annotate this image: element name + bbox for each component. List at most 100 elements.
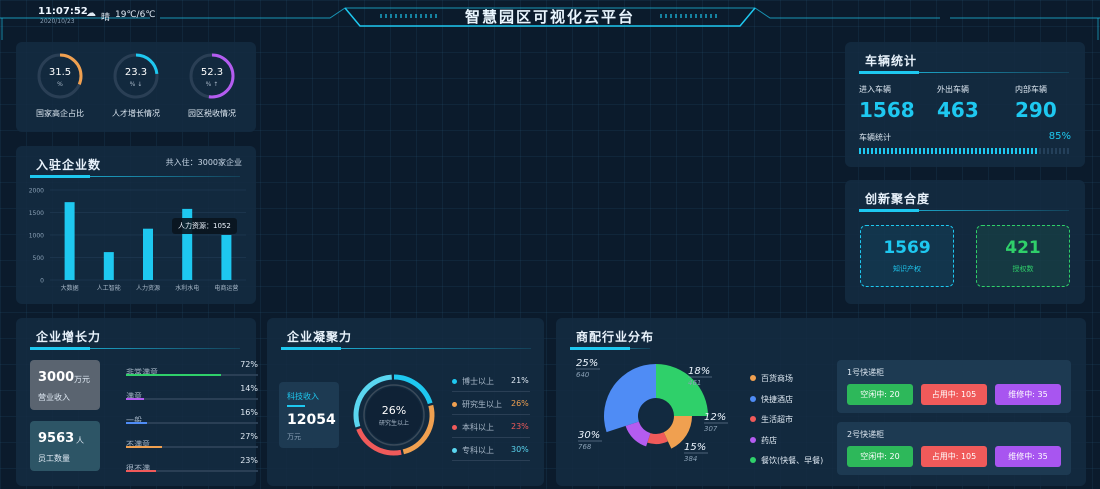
- cohesion-ring-value: 26%: [381, 404, 407, 417]
- staff-unit: 人: [76, 436, 84, 445]
- rose-slice-value: 461: [688, 379, 701, 387]
- rose-slice-value: 384: [684, 455, 697, 463]
- satisfaction-pct: 27%: [240, 432, 258, 441]
- x-tick-label: 水利水电: [175, 284, 199, 292]
- ip-value: 1569: [883, 238, 931, 258]
- locker-name: 2号快递柜: [847, 430, 885, 439]
- vehicle-stat-label: 车辆统计: [859, 133, 891, 142]
- locker-name: 1号快递柜: [847, 368, 885, 377]
- locker-free-button[interactable]: 空闲中: 20: [847, 446, 913, 467]
- kpi-ring-unit: % ↓: [129, 81, 143, 88]
- vehicle-in-value: 1568: [859, 98, 915, 122]
- bar: [64, 202, 75, 280]
- locker-repair-button[interactable]: 维修中: 35: [995, 446, 1061, 467]
- legend-label: 生活超市: [761, 415, 793, 424]
- enterprise-count-panel: 入驻企业数 共入住：3000家企业 2000 1500 1000 500 0 大数据 人工智…: [16, 146, 256, 304]
- vehicle-title: 车辆统计: [865, 54, 918, 68]
- revenue-card: 3000 万元 营业收入: [30, 360, 100, 410]
- growth-title: 企业增长力: [36, 330, 102, 344]
- locker-used-button[interactable]: 占用中: 105: [921, 384, 987, 405]
- cohesion-ring-label: 研究生以上: [378, 420, 409, 427]
- vehicle-progress-fill: [859, 148, 1040, 154]
- innovation-panel: 创新聚合度 1569 知识产权 421 授权数: [845, 180, 1085, 304]
- x-tick-label: 大数据: [61, 284, 79, 292]
- kpi-ring-value: 23.3: [124, 67, 148, 78]
- accent-bar: [287, 405, 305, 407]
- locker-card: 2号快递柜空闲中: 20 占用中: 105 维修中: 35: [837, 422, 1071, 475]
- legend-label: 博士以上: [462, 377, 494, 386]
- locker-used-button[interactable]: 占用中: 105: [921, 446, 987, 467]
- locker-repair-button[interactable]: 维修中: 35: [995, 384, 1061, 405]
- legend-pct: 26%: [511, 399, 529, 408]
- staff-card: 9563 人 员工数量: [30, 421, 100, 471]
- legend-dot-icon: [452, 448, 457, 453]
- legend-divider: [452, 391, 530, 392]
- vehicle-out-value: 463: [937, 98, 979, 122]
- legend-pct: 23%: [511, 422, 529, 431]
- revenue-value: 3000: [38, 370, 75, 385]
- industry-panel: 商配行业分布 25% 640 18% 461 12% 307 15% 384 30% 768 百货…: [556, 318, 1086, 486]
- satisfaction-row: 一般 16%: [126, 408, 258, 427]
- locker-free-button[interactable]: 空闲中: 20: [847, 384, 913, 405]
- rose-slice-value: 307: [704, 425, 718, 433]
- bar: [143, 228, 153, 280]
- legend-label: 快捷酒店: [761, 394, 793, 404]
- satisfaction-fill: [126, 374, 222, 376]
- ip-card: 1569 知识产权: [860, 225, 954, 287]
- authorization-card: 421 授权数: [976, 225, 1070, 287]
- y-tick-label: 0: [40, 278, 44, 285]
- title-underline: [859, 209, 1069, 212]
- x-tick-label: 人力资源: [136, 284, 160, 292]
- title-underline: [570, 347, 650, 350]
- title-underline: [281, 347, 531, 350]
- legend-dot-icon: [452, 379, 457, 384]
- vehicle-panel: 车辆统计 进入车辆 1568 外出车辆 463 内部车辆 290 车辆统计 85…: [845, 42, 1085, 167]
- satisfaction-pct: 72%: [240, 360, 258, 369]
- satisfaction-track: [126, 374, 258, 376]
- auth-label: 授权数: [1012, 265, 1034, 273]
- industry-title: 商配行业分布: [576, 330, 655, 344]
- revenue-unit: 万元: [74, 375, 90, 384]
- enterprise-count-title: 入驻企业数: [36, 158, 102, 172]
- satisfaction-pct: 16%: [240, 408, 258, 417]
- kpi-ring-value: 52.3: [200, 67, 224, 78]
- legend-label: 百货商场: [761, 374, 793, 383]
- kpi-ring-unit: %: [57, 81, 63, 88]
- satisfaction-track: [126, 398, 258, 400]
- legend-label: 药店: [761, 435, 777, 445]
- enterprise-count-summary: 共入住：3000家企业: [165, 158, 242, 167]
- chart-tooltip: 人力资源：1052: [172, 218, 237, 234]
- satisfaction-row: 不满意 27%: [126, 432, 258, 451]
- bar: [221, 235, 232, 280]
- legend-dot-icon: [452, 425, 457, 430]
- vehicle-in-label: 进入车辆: [859, 85, 891, 94]
- satisfaction-fill: [126, 422, 148, 424]
- rose-center: [640, 400, 672, 432]
- legend-dot-icon: [750, 457, 756, 463]
- rose-slice-value: 640: [576, 371, 590, 379]
- title-underline: [859, 71, 1069, 74]
- vehicle-progress-track: [859, 148, 1071, 154]
- satisfaction-track: [126, 446, 258, 448]
- rose-slice-pct: 18%: [688, 366, 710, 377]
- satisfaction-track: [126, 422, 258, 424]
- cohesion-title: 企业凝聚力: [287, 330, 353, 344]
- legend-dot-icon: [750, 416, 756, 422]
- satisfaction-row: 非常满意 72%: [126, 360, 258, 379]
- rose-slice-pct: 30%: [578, 430, 600, 441]
- x-tick-label: 电商运营: [214, 284, 238, 292]
- legend-dot-icon: [750, 375, 756, 381]
- kpi-ring-value: 31.5: [48, 67, 72, 78]
- rose-slice-value: 768: [578, 443, 592, 451]
- satisfaction-pct: 14%: [240, 384, 258, 393]
- rose-slice-pct: 12%: [704, 412, 726, 423]
- legend-dot-icon: [452, 402, 457, 407]
- legend-dot-icon: [750, 395, 756, 402]
- satisfaction-fill: [126, 398, 145, 400]
- vehicle-stat-pct: 85%: [1048, 131, 1071, 142]
- satisfaction-row: 很不满 23%: [126, 456, 258, 475]
- legend-dot-icon: [750, 436, 756, 443]
- title-underline: [30, 175, 240, 178]
- legend-divider: [452, 414, 530, 415]
- locker-card: 1号快递柜空闲中: 20 占用中: 105 维修中: 35: [837, 360, 1071, 413]
